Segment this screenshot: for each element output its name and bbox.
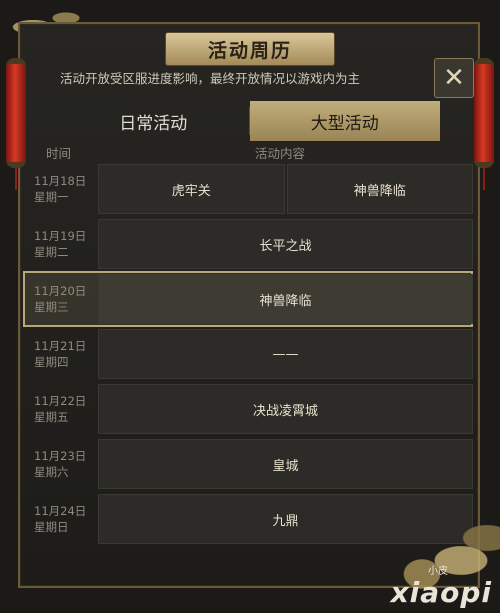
weekday-label: 星期二 <box>34 245 69 259</box>
table-row: 11月21日 星期四 —— <box>25 329 475 384</box>
event-cells: 长平之战 <box>98 219 473 269</box>
weekday-label: 星期日 <box>34 520 69 534</box>
event-cell[interactable]: —— <box>98 329 473 379</box>
date-label: 11月24日 <box>34 504 87 518</box>
date-label: 11月19日 <box>34 229 87 243</box>
table-row: 11月20日 星期三 神兽降临 <box>23 271 475 329</box>
column-header-time: 时间 <box>46 146 72 161</box>
close-button[interactable]: ✕ <box>434 58 474 98</box>
close-icon: ✕ <box>443 63 465 93</box>
row-date: 11月22日 星期五 <box>25 384 98 434</box>
date-label: 11月18日 <box>34 174 87 188</box>
weekday-label: 星期五 <box>34 410 69 424</box>
row-date: 11月23日 星期六 <box>25 439 98 489</box>
notice-text: 活动开放受区服进度影响，最终开放情况以游戏内为主 <box>60 71 361 86</box>
tab-bar: 日常活动 大型活动 <box>58 101 440 141</box>
event-cell[interactable]: 决战凌霄城 <box>98 384 473 434</box>
event-cells: —— <box>98 329 473 379</box>
weekday-label: 星期四 <box>34 355 69 369</box>
column-header-content: 活动内容 <box>255 146 306 161</box>
event-cell[interactable]: 神兽降临 <box>286 164 473 214</box>
event-cell[interactable]: 神兽降临 <box>98 274 473 324</box>
date-label: 11月22日 <box>34 394 87 408</box>
row-date: 11月18日 星期一 <box>25 164 98 214</box>
row-date: 11月24日 星期日 <box>25 494 98 544</box>
event-cell[interactable]: 长平之战 <box>98 219 473 269</box>
table-row: 11月18日 星期一 虎牢关 神兽降临 <box>25 164 475 219</box>
table-row: 11月22日 星期五 决战凌霄城 <box>25 384 475 439</box>
date-label: 11月20日 <box>34 284 87 298</box>
event-cells: 神兽降临 <box>98 274 473 324</box>
table-row: 11月19日 星期二 长平之战 <box>25 219 475 274</box>
schedule-table: 11月18日 星期一 虎牢关 神兽降临 11月19日 星期二 长平之战 11月20日 星期三 神兽… <box>23 164 475 549</box>
panel-title: 活动周历 <box>165 32 335 66</box>
row-date: 11月19日 星期二 <box>25 219 98 269</box>
watermark-sub: 小皮 <box>428 566 448 577</box>
weekday-label: 星期三 <box>34 300 69 314</box>
event-cell[interactable]: 虎牢关 <box>98 164 285 214</box>
row-date: 11月20日 星期三 <box>25 274 98 324</box>
event-cells: 决战凌霄城 <box>98 384 473 434</box>
tab-daily-activities[interactable]: 日常活动 <box>58 101 249 141</box>
tab-major-activities[interactable]: 大型活动 <box>249 101 440 141</box>
row-date: 11月21日 星期四 <box>25 329 98 379</box>
date-label: 11月23日 <box>34 449 87 463</box>
lantern-right-icon <box>474 58 494 190</box>
table-row: 11月23日 星期六 皇城 <box>25 439 475 494</box>
watermark-logo: xiaopi <box>390 576 492 609</box>
event-cells: 皇城 <box>98 439 473 489</box>
lantern-left-icon <box>6 58 26 190</box>
weekday-label: 星期六 <box>34 465 69 479</box>
weekday-label: 星期一 <box>34 190 69 204</box>
date-label: 11月21日 <box>34 339 87 353</box>
event-cell[interactable]: 皇城 <box>98 439 473 489</box>
event-cells: 虎牢关 神兽降临 <box>98 164 473 214</box>
